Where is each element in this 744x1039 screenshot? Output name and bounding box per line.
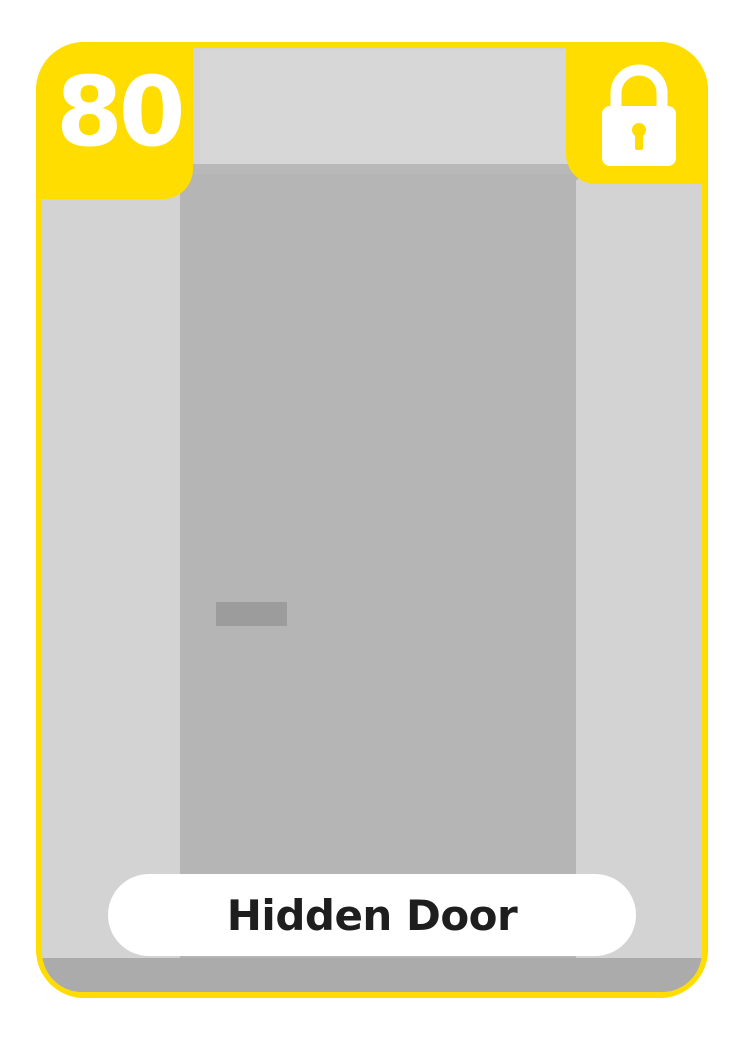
padlock-icon bbox=[602, 64, 676, 166]
door-handle bbox=[216, 602, 287, 626]
cost-badge: 80 bbox=[36, 42, 193, 199]
door-frame-top bbox=[200, 50, 574, 168]
card-name: Hidden Door bbox=[226, 890, 518, 940]
cost-value: 80 bbox=[56, 56, 186, 168]
game-card[interactable]: 80 Hidden Door bbox=[36, 42, 708, 998]
lock-badge bbox=[566, 42, 708, 184]
floor bbox=[42, 958, 702, 992]
card-name-banner: Hidden Door bbox=[108, 874, 636, 956]
door-panel bbox=[180, 174, 576, 974]
